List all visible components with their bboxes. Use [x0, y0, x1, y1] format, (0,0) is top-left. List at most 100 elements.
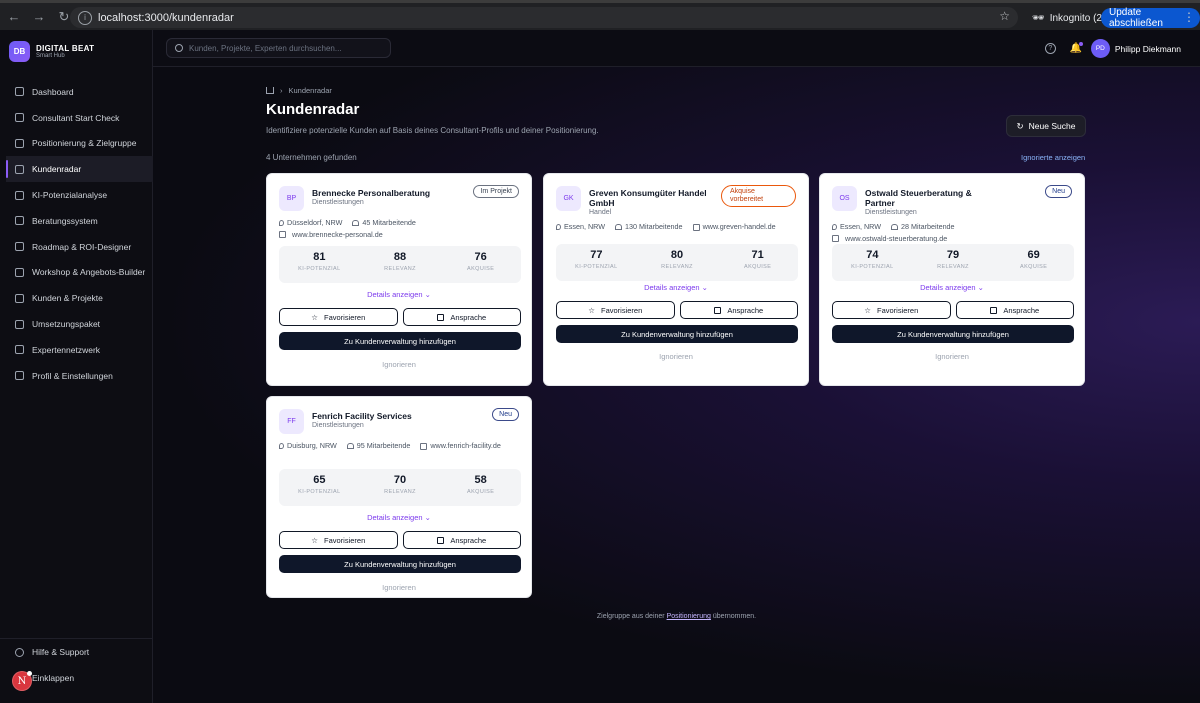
ignore-button[interactable]: Ignorieren — [820, 352, 1084, 361]
ignore-button[interactable]: Ignorieren — [267, 583, 531, 592]
sidebar-item[interactable]: Workshop & Angebots-Builder — [0, 260, 153, 286]
company-card[interactable]: BP Brennecke Personalberatung Dienstleis… — [266, 173, 532, 386]
favorite-button[interactable]: ☆ Favorisieren — [832, 301, 951, 319]
company-website-row[interactable]: www.brennecke-personal.de — [279, 230, 383, 239]
sidebar-item-label: Umsetzungspaket — [32, 319, 101, 330]
bookmark-star-icon[interactable]: ☆ — [999, 9, 1010, 23]
site-info-icon[interactable]: i — [78, 10, 92, 25]
contact-button[interactable]: Ansprache — [402, 531, 521, 549]
favorite-button[interactable]: ☆ Favorisieren — [556, 301, 675, 319]
page-title: Kundenradar — [266, 101, 360, 118]
sidebar-item[interactable]: Umsetzungspaket — [0, 311, 153, 337]
favorite-label: Favorisieren — [600, 305, 643, 315]
contact-button[interactable]: Ansprache — [679, 301, 798, 319]
user-name[interactable]: Philipp Diekmann — [1115, 44, 1181, 54]
website-text: www.greven-handel.de — [702, 222, 776, 231]
ignore-button[interactable]: Ignorieren — [267, 360, 531, 369]
users-icon — [891, 224, 899, 231]
sidebar-item[interactable]: Kunden & Projekte — [0, 285, 153, 311]
back-icon[interactable]: ← — [3, 6, 25, 28]
location: Essen, NRW — [832, 222, 881, 231]
score-ki-label: KI-POTENZIAL — [298, 489, 341, 495]
sidebar-nav: Dashboard Consultant Start Check Positioni… — [0, 79, 157, 389]
company-card[interactable]: GK Greven Konsumgüter Handel GmbH Handel… — [543, 173, 809, 386]
help-label: Hilfe & Support — [32, 647, 90, 657]
breadcrumb: › Kundenradar — [266, 86, 332, 95]
website-link[interactable]: www.greven-handel.de — [692, 222, 776, 231]
score-akquise: 71 AKQUISE — [717, 244, 798, 281]
score-ki: 65 KI-POTENZIAL — [279, 469, 360, 506]
sidebar-item-label: Expertennetzwerk — [32, 344, 101, 355]
incognito-indicator[interactable]: 🕶 Inkognito (2) — [1024, 8, 1113, 28]
company-card[interactable]: FF Fenrich Facility Services Dienstleist… — [266, 396, 532, 598]
home-icon[interactable] — [266, 87, 274, 94]
score-ki-value: 81 — [313, 251, 326, 263]
trending-up-icon — [15, 242, 24, 252]
company-card[interactable]: OS Ostwald Steuerberatung & Partner Dien… — [819, 173, 1085, 386]
add-to-customers-button[interactable]: Zu Kundenverwaltung hinzufügen — [832, 325, 1074, 343]
add-to-customers-button[interactable]: Zu Kundenverwaltung hinzufügen — [279, 555, 521, 573]
company-name[interactable]: Brennecke Personalberatung — [312, 188, 430, 198]
avatar[interactable]: PD — [1090, 39, 1110, 58]
global-search-input[interactable]: Kunden, Projekte, Experten durchsuchen..… — [166, 38, 391, 58]
address-bar[interactable]: i localhost:3000/kundenradar ☆ — [70, 7, 1018, 28]
details-toggle[interactable]: Details anzeigen ⌄ — [267, 513, 531, 522]
page-subtitle: Identifiziere potenzielle Kunden auf Bas… — [266, 126, 599, 135]
help-support-link[interactable]: Hilfe & Support — [0, 639, 153, 665]
favorite-button[interactable]: ☆ Favorisieren — [279, 308, 398, 326]
sidebar: DB DIGITAL BEAT Smart Hub Dashboard Consu… — [0, 30, 157, 703]
sidebar-item[interactable]: Profil & Einstellungen — [0, 363, 153, 389]
company-name[interactable]: Fenrich Facility Services — [312, 411, 412, 421]
document-icon — [990, 306, 998, 314]
show-ignored-link[interactable]: Ignorierte anzeigen — [1021, 153, 1085, 162]
score-akquise-label: AKQUISE — [467, 489, 495, 495]
company-name[interactable]: Greven Konsumgüter Handel GmbH — [589, 188, 707, 208]
package-icon — [15, 319, 24, 329]
notification-bell-icon[interactable]: 🔔 — [1070, 42, 1083, 54]
brand-logo[interactable]: DB DIGITAL BEAT Smart Hub — [9, 41, 94, 62]
refresh-icon: ↻ — [1016, 120, 1024, 131]
sidebar-item[interactable]: Dashboard — [0, 79, 153, 105]
add-to-customers-button[interactable]: Zu Kundenverwaltung hinzufügen — [556, 325, 798, 343]
sparkles-icon — [15, 190, 24, 200]
company-website-row[interactable]: www.ostwald-steuerberatung.de — [832, 234, 947, 243]
company-meta: Essen, NRW 130 Mitarbeitende www.greven-… — [556, 222, 776, 231]
result-count: 4 Unternehmen gefunden — [266, 153, 357, 162]
browser-menu-icon[interactable]: ⋮ — [1183, 10, 1195, 24]
add-to-customers-button[interactable]: Zu Kundenverwaltung hinzufügen — [279, 332, 521, 350]
score-akquise-value: 69 — [1027, 249, 1040, 261]
sidebar-item[interactable]: Expertennetzwerk — [0, 337, 153, 363]
dev-tools-badge[interactable]: N — [12, 671, 32, 691]
details-toggle[interactable]: Details anzeigen ⌄ — [267, 290, 531, 299]
sidebar-item[interactable]: Positionierung & Zielgruppe — [0, 131, 153, 157]
website-link[interactable]: www.fenrich-facility.de — [420, 441, 501, 450]
main-content: › Kundenradar Kundenradar Identifiziere … — [153, 67, 1200, 703]
top-bar: Kunden, Projekte, Experten durchsuchen..… — [153, 30, 1200, 67]
new-search-button[interactable]: ↻ Neue Suche — [1006, 115, 1086, 137]
employees-text: 28 Mitarbeitende — [901, 222, 955, 231]
sidebar-item[interactable]: Consultant Start Check — [0, 105, 153, 131]
document-icon — [714, 306, 722, 314]
users-icon — [615, 224, 623, 231]
sidebar-item[interactable]: Roadmap & ROI-Designer — [0, 234, 153, 260]
chevron-down-icon: ⌄ — [977, 283, 984, 292]
sidebar-item[interactable]: Beratungssystem — [0, 208, 153, 234]
contact-button[interactable]: Ansprache — [955, 301, 1074, 319]
status-badge: Akquise vorbereitet — [721, 185, 796, 207]
positionierung-link[interactable]: Positionierung — [667, 613, 711, 620]
help-icon[interactable]: ? — [1044, 43, 1056, 54]
favorite-label: Favorisieren — [323, 312, 366, 322]
help-icon — [15, 647, 24, 657]
details-toggle[interactable]: Details anzeigen ⌄ — [820, 283, 1084, 292]
score-akquise-label: AKQUISE — [744, 264, 772, 270]
company-name[interactable]: Ostwald Steuerberatung & Partner — [865, 188, 983, 208]
contact-button[interactable]: Ansprache — [402, 308, 521, 326]
forward-icon[interactable]: → — [28, 6, 50, 28]
favorite-button[interactable]: ☆ Favorisieren — [279, 531, 398, 549]
employees-text: 95 Mitarbeitende — [356, 441, 411, 450]
sidebar-item[interactable]: KI-Potenzialanalyse — [0, 182, 153, 208]
details-toggle[interactable]: Details anzeigen ⌄ — [544, 283, 808, 292]
ignore-button[interactable]: Ignorieren — [544, 352, 808, 361]
score-akquise-label: AKQUISE — [467, 266, 495, 272]
sidebar-item[interactable]: Kundenradar — [6, 156, 157, 183]
